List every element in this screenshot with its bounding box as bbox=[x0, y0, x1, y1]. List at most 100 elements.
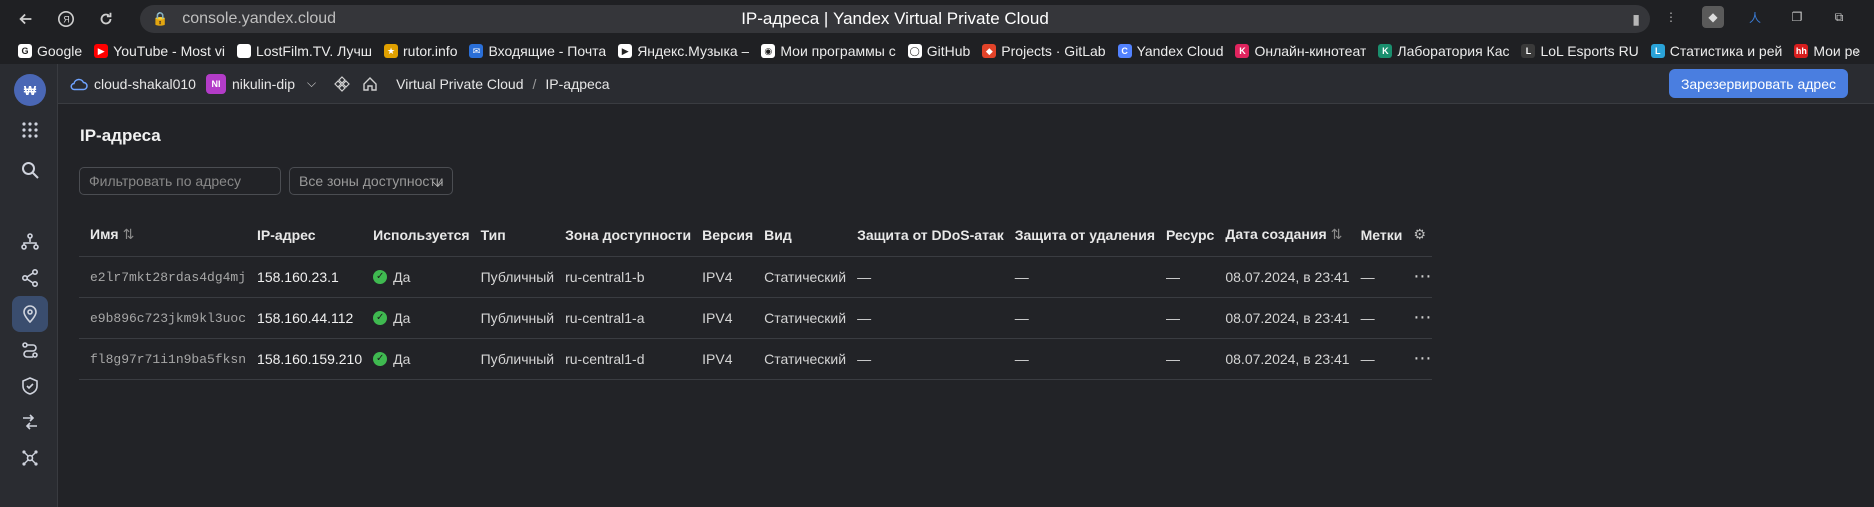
ip-addresses-location-icon[interactable] bbox=[12, 296, 48, 332]
table-settings-icon[interactable]: ⚙ bbox=[1402, 214, 1433, 257]
sort-icon[interactable]: ⇅ bbox=[123, 226, 135, 242]
bookmark-item[interactable]: G Google bbox=[18, 43, 82, 59]
topology-icon[interactable] bbox=[12, 440, 48, 476]
cell-name: fl8g97r71i1n9ba5fksn bbox=[79, 338, 247, 380]
collections-icon[interactable]: ❐ bbox=[1786, 6, 1808, 28]
share-icon[interactable] bbox=[12, 260, 48, 296]
back-icon[interactable] bbox=[12, 5, 40, 33]
cloud-selector[interactable]: cloud-shakal010 bbox=[70, 76, 196, 92]
breadcrumb: cloud-shakal010 NI nikulin-dip ⌵ Virtual… bbox=[58, 64, 1874, 104]
home-icon[interactable] bbox=[362, 76, 378, 92]
cell-value: 158.160.159.210 bbox=[257, 350, 363, 367]
cell-value: — bbox=[1014, 268, 1029, 285]
bookmark-item[interactable]: ▶ Яндекс.Музыка – bbox=[618, 43, 749, 59]
folder-selector[interactable]: NI nikulin-dip ⌵ bbox=[205, 73, 316, 94]
bookmark-favicon-icon: K bbox=[1378, 44, 1393, 58]
cell-value[interactable]: e9b896c723jkm9kl3uoc bbox=[90, 311, 246, 326]
bookmark-item[interactable]: K Онлайн-кинотеат bbox=[1235, 43, 1366, 59]
reserve-address-button[interactable]: Зарезервировать адрес bbox=[1668, 69, 1848, 98]
bookmark-favicon-icon: ◆ bbox=[982, 44, 997, 58]
left-navigation: ₩ bbox=[0, 64, 58, 507]
bookmark-item[interactable]: hh Мои ре bbox=[1794, 43, 1860, 59]
cell-version: IPV4 bbox=[691, 338, 754, 380]
chevron-down-icon[interactable]: ⌵ bbox=[307, 76, 316, 91]
cell-name: e2lr7mkt28rdas4dg4mj bbox=[79, 256, 247, 298]
cell-kind: Статический bbox=[753, 338, 847, 380]
bookmark-favicon-icon: ▶ bbox=[94, 44, 109, 58]
row-actions: ⋯ bbox=[1402, 297, 1433, 339]
bookmark-label: GitHub bbox=[926, 43, 971, 59]
bookmark-item[interactable]: L Статистика и рей bbox=[1650, 43, 1783, 59]
cell-value[interactable]: fl8g97r71i1n9ba5fksn bbox=[90, 352, 246, 367]
column-header-created[interactable]: Дата создания ⇅ bbox=[1214, 214, 1350, 257]
used-status: ✓ Да bbox=[373, 310, 469, 326]
zone-select[interactable]: Все зоны доступности ⌵ bbox=[289, 167, 453, 195]
bookmark-label: LostFilm.TV. Лучш bbox=[255, 43, 372, 59]
bookmark-item[interactable]: LostFilm.TV. Лучш bbox=[236, 43, 372, 59]
cloud-networks-icon[interactable] bbox=[12, 224, 48, 260]
bookmark-item[interactable]: K Лаборатория Кас bbox=[1378, 43, 1509, 59]
bookmark-icon[interactable]: ▮ bbox=[1632, 11, 1640, 28]
cell-deletion: — bbox=[1003, 256, 1156, 298]
search-icon[interactable] bbox=[12, 152, 48, 188]
page-heading: IP-адреса bbox=[80, 126, 161, 145]
bookmark-item[interactable]: ◉ Мои программы с bbox=[761, 43, 896, 59]
table-row[interactable]: fl8g97r71i1n9ba5fksn 158.160.159.210 ✓ Да Пу… bbox=[79, 338, 1433, 380]
check-circle-icon: ✓ bbox=[373, 310, 388, 325]
bookmarks-overflow-icon[interactable]: › bbox=[1855, 42, 1860, 59]
translate-extension-icon[interactable]: 人 bbox=[1744, 6, 1766, 28]
gateways-icon[interactable] bbox=[12, 404, 48, 440]
shield-extension-icon[interactable]: ◆ bbox=[1702, 6, 1724, 28]
url-text[interactable]: console.yandex.cloud bbox=[182, 10, 336, 28]
cell-value: 158.160.23.1 bbox=[257, 268, 339, 285]
downloads-icon[interactable]: ⧉ bbox=[1828, 6, 1850, 28]
chevron-down-icon: ⌵ bbox=[432, 174, 443, 190]
more-actions-icon[interactable]: ⋯ bbox=[1413, 307, 1432, 327]
cell-value: — bbox=[1360, 268, 1375, 285]
column-header-name[interactable]: Имя ⇅ bbox=[79, 214, 247, 257]
more-actions-icon[interactable]: ⋯ bbox=[1413, 348, 1432, 368]
cell-value: IPV4 bbox=[702, 350, 733, 367]
bookmark-label: Yandex Cloud bbox=[1136, 43, 1224, 59]
cell-created: 08.07.2024, в 23:41 bbox=[1214, 256, 1350, 298]
main-content: IP-адреса Все зоны доступности ⌵ Имя⇅ IP… bbox=[58, 104, 1874, 507]
address-filter-input[interactable] bbox=[79, 167, 281, 195]
bookmark-item[interactable]: ▶ YouTube - Most vi bbox=[94, 43, 225, 59]
bookmark-label: Мои ре bbox=[1813, 43, 1861, 59]
bookmark-item[interactable]: L LoL Esports RU bbox=[1521, 43, 1639, 59]
bookmark-item[interactable]: ◆ Projects · GitLab bbox=[982, 43, 1106, 59]
bookmark-item[interactable]: ★ rutor.info bbox=[384, 43, 457, 59]
reload-icon[interactable] bbox=[92, 5, 120, 33]
zone-select-value: Все зоны доступности bbox=[299, 173, 444, 189]
folder-avatar: NI bbox=[205, 73, 226, 94]
security-shield-icon[interactable] bbox=[12, 368, 48, 404]
services-hub-icon[interactable] bbox=[334, 75, 350, 92]
yandex-browser-icon[interactable]: Я bbox=[52, 5, 80, 33]
cell-value[interactable]: e2lr7mkt28rdas4dg4mj bbox=[90, 270, 246, 285]
more-actions-icon[interactable]: ⋯ bbox=[1413, 266, 1432, 286]
ip-addresses-table: Имя ⇅ IP-адрес Используется Тип Зона дост… bbox=[79, 214, 1433, 380]
bookmark-favicon-icon: C bbox=[1117, 44, 1132, 58]
bookmark-label: Статистика и рей bbox=[1669, 43, 1783, 59]
table-row[interactable]: e2lr7mkt28rdas4dg4mj 158.160.23.1 ✓ Да Публи… bbox=[79, 256, 1433, 298]
yandex-cloud-logo-icon[interactable]: ₩ bbox=[14, 74, 46, 106]
breadcrumb-service[interactable]: Virtual Private Cloud bbox=[396, 76, 523, 92]
table-row[interactable]: e9b896c723jkm9kl3uoc 158.160.44.112 ✓ Да Пуб… bbox=[79, 297, 1433, 339]
bookmark-favicon-icon: hh bbox=[1794, 44, 1809, 58]
bookmark-favicon-icon: L bbox=[1521, 44, 1536, 58]
routes-icon[interactable] bbox=[12, 332, 48, 368]
services-grid-icon[interactable] bbox=[12, 112, 48, 148]
bookmark-item[interactable]: C Yandex Cloud bbox=[1117, 43, 1224, 59]
menu-dots-icon[interactable]: ⋮ bbox=[1660, 6, 1682, 28]
address-bar[interactable]: 🔒 console.yandex.cloud IP-адреса | Yande… bbox=[140, 5, 1650, 33]
cell-value: IPV4 bbox=[702, 309, 733, 326]
row-actions: ⋯ bbox=[1402, 256, 1433, 298]
cell-deletion: — bbox=[1003, 297, 1156, 339]
cell-value: 08.07.2024, в 23:41 bbox=[1225, 350, 1350, 367]
sort-icon[interactable]: ⇅ bbox=[1331, 226, 1343, 242]
cell-value: Публичный bbox=[480, 350, 555, 367]
bookmark-item[interactable]: ✉ Входящие - Почта bbox=[469, 43, 606, 59]
bookmark-label: Онлайн-кинотеат bbox=[1254, 43, 1367, 59]
bookmark-item[interactable]: ◯ GitHub bbox=[907, 43, 971, 59]
column-header-deletion: Защита от удаления bbox=[1003, 214, 1156, 257]
